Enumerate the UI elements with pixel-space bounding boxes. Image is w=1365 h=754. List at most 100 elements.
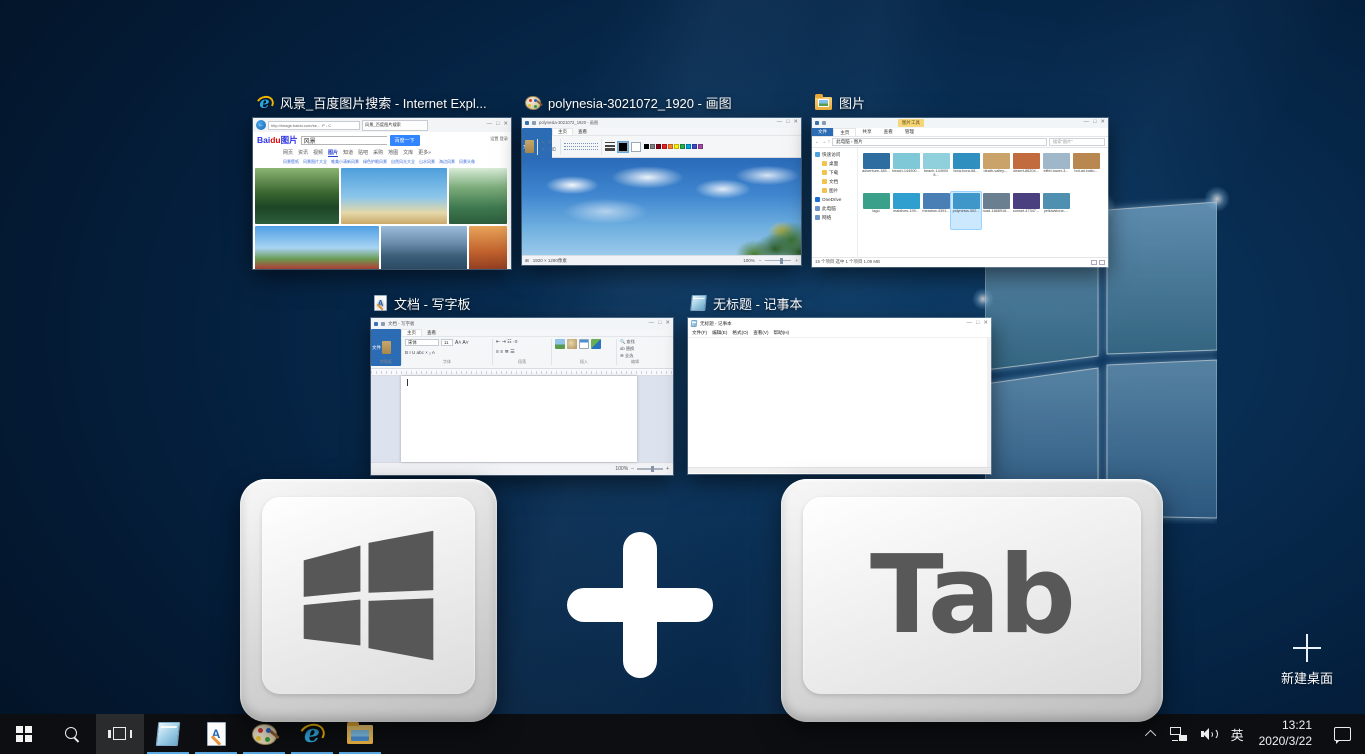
result-image-lake	[255, 168, 339, 224]
start-button[interactable]	[0, 714, 48, 754]
palette-color	[692, 144, 697, 149]
new-desktop-button[interactable]: 新建桌面	[1272, 634, 1342, 687]
palette-color	[662, 144, 667, 149]
taskbar-app-notepad[interactable]	[144, 714, 192, 754]
baidu-nav-tabs: 网页资讯视频图片知道贴吧采购地图文库更多»	[253, 147, 511, 158]
palette-color	[698, 144, 703, 149]
wordpad-statusbar: 100% −+	[371, 462, 673, 475]
tray-date: 2020/3/22	[1259, 734, 1312, 750]
baidu-nav-tab: 图片	[328, 149, 338, 157]
file-item: maldives-199...	[891, 192, 921, 229]
picture-tools-tab: 图片工具	[898, 119, 924, 127]
baidu-related-link: 风景头像	[459, 159, 475, 165]
baidu-related-link: 绿色护眼风景	[363, 159, 387, 165]
ribbon-tab: 共享	[856, 128, 877, 136]
action-center-button[interactable]	[1320, 714, 1365, 754]
baidu-related-link: 海边风景	[439, 159, 455, 165]
baidu-image-grid	[253, 167, 511, 269]
new-desktop-label: 新建桌面	[1272, 668, 1342, 687]
ie-back-button: ←	[256, 120, 266, 130]
file-item: meadow-4391...	[921, 192, 951, 229]
tray-network-button[interactable]	[1163, 714, 1194, 754]
paste-icon	[525, 140, 534, 153]
window-thumbnail-wordpad[interactable]: A 文档 - 写字板 文档 - 写字板 —□✕ 文件 主页 查看 剪贴板	[371, 291, 673, 475]
explorer-search-box: 搜索"图片"	[1049, 138, 1105, 146]
notepad-icon	[690, 295, 707, 311]
color1-swatch	[618, 142, 628, 152]
taskbar-app-wordpad[interactable]: A	[192, 714, 240, 754]
menu-item: 文件(F)	[692, 330, 707, 336]
baidu-related-link: 唯美小清新风景	[331, 159, 359, 165]
tray-time: 13:21	[1259, 718, 1312, 734]
notepad-taskbar-icon	[156, 722, 181, 746]
paint-taskbar-icon	[252, 724, 277, 745]
sidebar-item: 网络	[815, 213, 857, 222]
wordpad-titlebar: 文档 - 写字板 —□✕	[371, 318, 673, 329]
windows-start-icon	[16, 726, 32, 742]
explorer-file-grid: adventure-185... beach-144900... beach-1…	[858, 148, 1108, 257]
file-item: adventure-185...	[861, 152, 891, 189]
paint-icon	[525, 96, 541, 110]
notepad-text-area	[688, 338, 991, 467]
notepad-menubar: 文件(F)编辑(E)格式(O)查看(V)帮助(H)	[688, 329, 991, 338]
explorer-address-bar: ← → ↑ 此电脑 › 图片 搜索"图片"	[812, 137, 1108, 148]
window-title-paint: polynesia-3021072_1920 - 画图	[548, 93, 732, 112]
task-view-button[interactable]	[96, 714, 144, 754]
task-view-screen: e 风景_百度图片搜索 - Internet Expl... ← http://…	[0, 0, 1365, 754]
menu-item: 编辑(E)	[712, 330, 727, 336]
baidu-nav-tab: 知道	[343, 149, 353, 157]
wordpad-ribbon-tabs: 文件 主页 查看	[371, 329, 673, 337]
window-thumbnail-ie[interactable]: e 风景_百度图片搜索 - Internet Expl... ← http://…	[253, 90, 511, 270]
network-icon	[1170, 727, 1187, 741]
baidu-nav-tab: 采购	[373, 149, 383, 157]
sidebar-item: 此电脑	[815, 204, 857, 213]
ie-tab: 风景_百度图片搜索	[362, 120, 428, 131]
sidebar-item: 快速访问	[815, 150, 857, 159]
window-thumbnail-paint[interactable]: polynesia-3021072_1920 - 画图 polynesia-30…	[522, 90, 801, 266]
tray-clock-button[interactable]: 13:21 2020/3/22	[1251, 714, 1320, 754]
baidu-nav-tab: 更多»	[418, 149, 431, 157]
ribbon-tab: 主页	[833, 128, 856, 136]
window-title-explorer: 图片	[839, 93, 865, 112]
tray-volume-button[interactable]	[1194, 714, 1224, 754]
baidu-nav-tab: 文库	[403, 149, 413, 157]
explorer-ribbon-tabs: 文件主页共享查看管理	[812, 128, 1108, 137]
palette-color	[650, 144, 655, 149]
ime-indicator: 英	[1231, 725, 1244, 744]
wordpad-taskbar-icon: A	[207, 722, 226, 746]
action-center-icon	[1334, 727, 1351, 741]
notepad-hscrollbar	[688, 467, 991, 473]
window-thumbnail-explorer[interactable]: 图片 图片工具 —□✕ 文件主页共享查看管理 ← → ↑ 此电脑 › 图片 搜索…	[812, 90, 1108, 268]
ribbon-tab: 文件	[812, 128, 833, 136]
file-item: lago	[861, 192, 891, 229]
file-item: desert-86204...	[1011, 152, 1041, 189]
baidu-nav-tab: 网页	[283, 149, 293, 157]
paint-ribbon-tabs: 文件 主页 查看	[522, 128, 801, 136]
baidu-logo: Baidu图片	[257, 136, 298, 145]
result-image-fjord	[381, 226, 467, 269]
color2-swatch	[631, 142, 641, 152]
folder-icon	[815, 97, 832, 110]
wordpad-ruler	[371, 369, 673, 376]
wordpad-icon: A	[374, 295, 387, 311]
file-item: beach-144900...	[891, 152, 921, 189]
task-view-icon	[108, 727, 132, 741]
search-button[interactable]	[48, 714, 96, 754]
file-item: bora-bora-68...	[951, 152, 981, 189]
explorer-sidebar: 快速访问桌面下载文档图片OneDrive此电脑网络	[812, 148, 858, 257]
windows-key-graphic	[240, 479, 497, 722]
wordpad-page	[401, 376, 637, 462]
tray-ime-button[interactable]: 英	[1224, 714, 1251, 754]
ie-window-controls: —□✕	[487, 122, 508, 128]
result-image-park	[255, 226, 379, 269]
baidu-top-links: 设置 登录	[490, 136, 508, 142]
window-title-ie: 风景_百度图片搜索 - Internet Expl...	[280, 93, 487, 112]
explorer-statusbar: 15 个项目 选中 1 个项目 1.09 MB	[812, 257, 1108, 266]
window-thumbnail-notepad[interactable]: 无标题 - 记事本 无标题 - 记事本 —□✕ 文件(F)编辑(E)格式(O)查…	[688, 291, 991, 474]
notepad-vscrollbar	[987, 338, 991, 467]
plus-icon	[1293, 634, 1321, 662]
palette-color	[656, 144, 661, 149]
baidu-search-button: 百度一下	[390, 135, 420, 146]
palette-color	[668, 144, 673, 149]
chevron-up-icon	[1145, 730, 1156, 741]
